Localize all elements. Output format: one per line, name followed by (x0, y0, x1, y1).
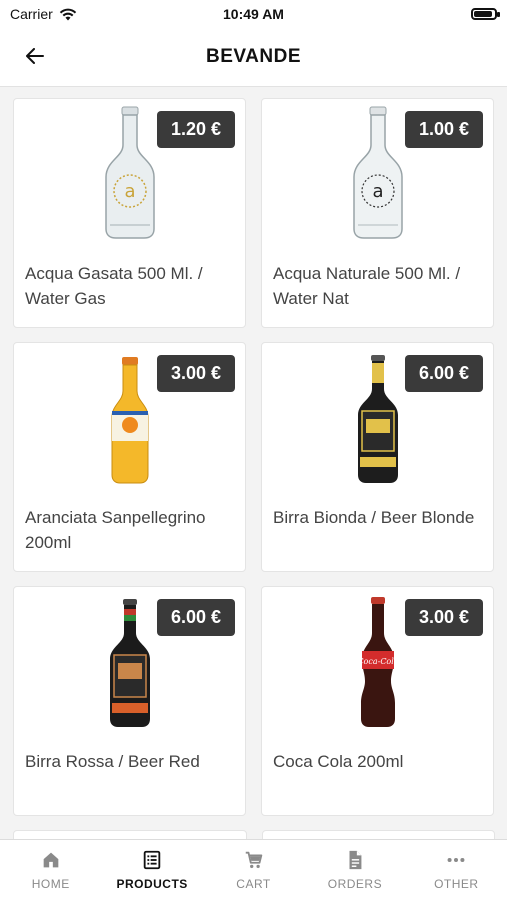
carrier-label: Carrier (10, 6, 53, 22)
home-icon (43, 852, 59, 868)
cart-icon (245, 851, 262, 869)
price-badge: 6.00 € (157, 599, 235, 636)
price-badge: 3.00 € (157, 355, 235, 392)
product-name: Coca Cola 200ml (273, 752, 404, 771)
status-bar: Carrier 10:49 AM (0, 0, 507, 28)
svg-text:Coca-Cola: Coca-Cola (357, 657, 398, 666)
svg-text:a: a (372, 181, 383, 202)
tab-label: ORDERS (327, 877, 383, 891)
arrow-left-icon (26, 48, 44, 64)
more-icon (447, 857, 465, 863)
product-name: Birra Bionda / Beer Blonde (273, 508, 475, 527)
product-card[interactable]: 6.00 € Birra Bionda / Beer Blonde (261, 342, 494, 572)
price-badge: 3.00 € (405, 599, 483, 636)
tab-products[interactable]: PRODUCTS (101, 840, 202, 900)
nav-bar: BEVANDE (0, 28, 507, 87)
price-badge: 1.00 € (405, 111, 483, 148)
price-badge: 1.20 € (157, 111, 235, 148)
list-icon (143, 850, 161, 870)
product-card[interactable]: a 1.20 € Acqua Gasata 500 Ml. / Water Ga… (13, 98, 246, 328)
price-badge: 6.00 € (405, 355, 483, 392)
tab-home[interactable]: HOME (0, 840, 101, 900)
tab-cart[interactable]: CART (203, 840, 304, 900)
product-name: Birra Rossa / Beer Red (25, 752, 200, 771)
product-card[interactable]: 6.00 € Birra Rossa / Beer Red (13, 586, 246, 816)
back-button[interactable] (22, 43, 48, 69)
tab-label: OTHER (434, 877, 479, 891)
product-card[interactable]: Coca-Cola 3.00 € Coca Cola 200ml (261, 586, 494, 816)
tab-label: CART (236, 877, 271, 891)
status-left: Carrier (10, 6, 77, 22)
tab-orders[interactable]: ORDERS (304, 840, 405, 900)
product-name: Aranciata Sanpellegrino 200ml (25, 508, 206, 552)
product-grid: a 1.20 € Acqua Gasata 500 Ml. / Water Ga… (13, 98, 495, 816)
product-name: Acqua Gasata 500 Ml. / Water Gas (25, 264, 203, 308)
product-card[interactable]: 3.00 € Aranciata Sanpellegrino 200ml (13, 342, 246, 572)
product-card[interactable]: a 1.00 € Acqua Naturale 500 Ml. / Water … (261, 98, 494, 328)
tab-other[interactable]: OTHER (406, 840, 507, 900)
svg-text:a: a (124, 181, 135, 202)
wifi-icon (59, 8, 76, 20)
tab-label: PRODUCTS (116, 877, 188, 891)
document-icon (349, 850, 362, 870)
page-title: BEVANDE (206, 46, 301, 67)
tab-label: HOME (31, 877, 70, 891)
product-name: Acqua Naturale 500 Ml. / Water Nat (273, 264, 461, 308)
battery-icon (471, 8, 500, 20)
tab-bar: HOME PRODUCTS CART ORDERS OTHER (0, 839, 507, 900)
